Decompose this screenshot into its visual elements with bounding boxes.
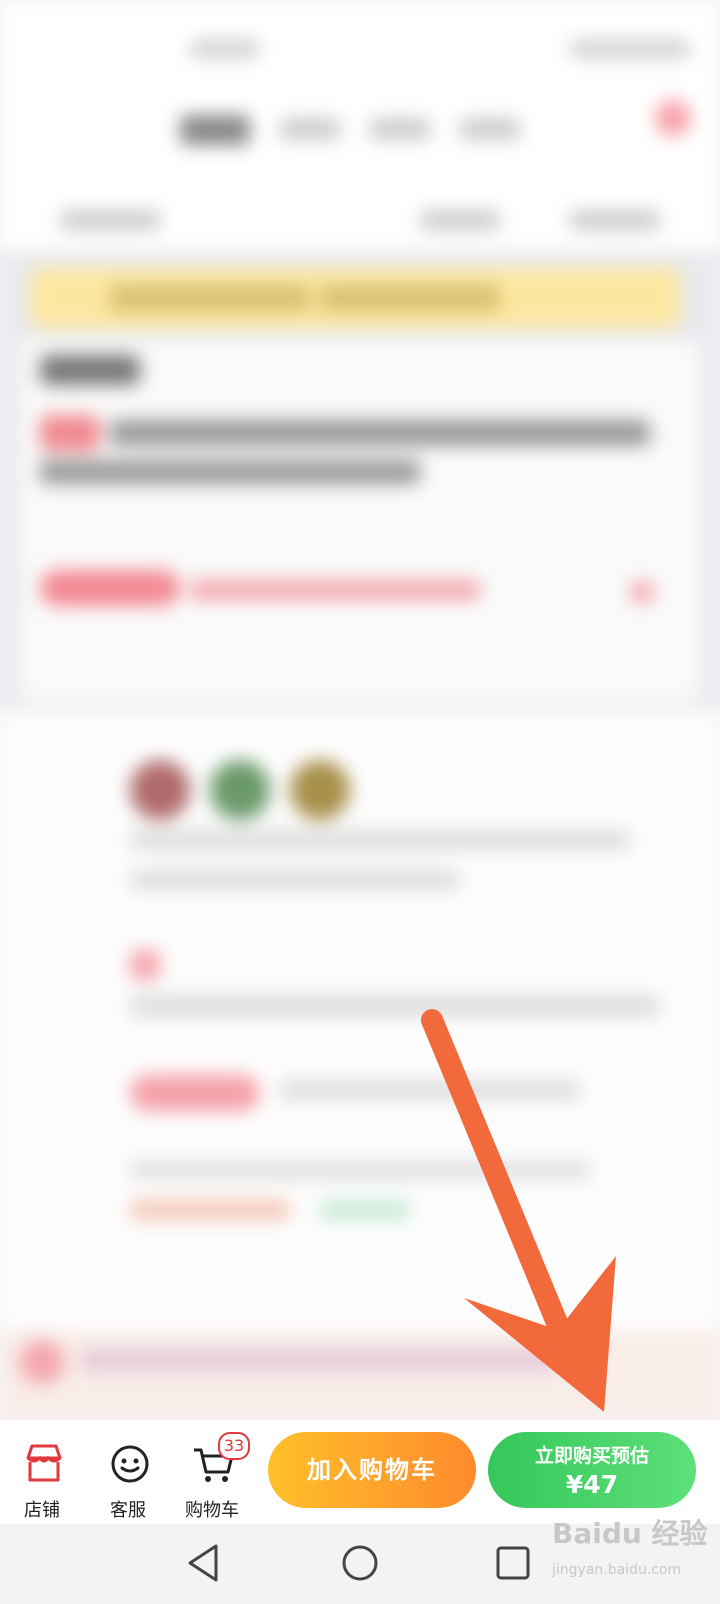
store-icon bbox=[26, 1444, 62, 1482]
bottom-action-bar: 店铺 客服 33 购物车 加入购物车 立即购买预估 ¥47 bbox=[0, 1420, 720, 1524]
cart-button[interactable]: 33 购物车 bbox=[172, 1432, 252, 1522]
add-to-cart-button[interactable]: 加入购物车 bbox=[268, 1432, 476, 1508]
store-button[interactable]: 店铺 bbox=[2, 1432, 82, 1522]
arrow-shaft bbox=[421, 1009, 571, 1341]
back-icon[interactable] bbox=[188, 1544, 218, 1582]
buy-now-button[interactable]: 立即购买预估 ¥47 bbox=[488, 1432, 696, 1508]
customer-service-button[interactable]: 客服 bbox=[88, 1432, 168, 1522]
store-label: 店铺 bbox=[24, 1500, 60, 1521]
home-icon[interactable] bbox=[342, 1545, 378, 1581]
service-icon bbox=[111, 1445, 149, 1483]
cart-count-badge: 33 bbox=[218, 1432, 250, 1460]
watermark-brand: Baidu 经验 bbox=[552, 1517, 708, 1550]
watermark-url: jingyan.baidu.com bbox=[552, 1562, 682, 1578]
baidu-watermark: Baidu 经验 jingyan.baidu.com bbox=[552, 1512, 712, 1592]
recents-icon[interactable] bbox=[496, 1546, 530, 1580]
service-label: 客服 bbox=[110, 1500, 146, 1521]
buy-now-label: 立即购买预估 bbox=[534, 1445, 649, 1467]
cart-label: 购物车 bbox=[185, 1500, 239, 1521]
buy-now-price: ¥47 bbox=[565, 1470, 619, 1499]
arrow-annotation bbox=[421, 1009, 616, 1412]
